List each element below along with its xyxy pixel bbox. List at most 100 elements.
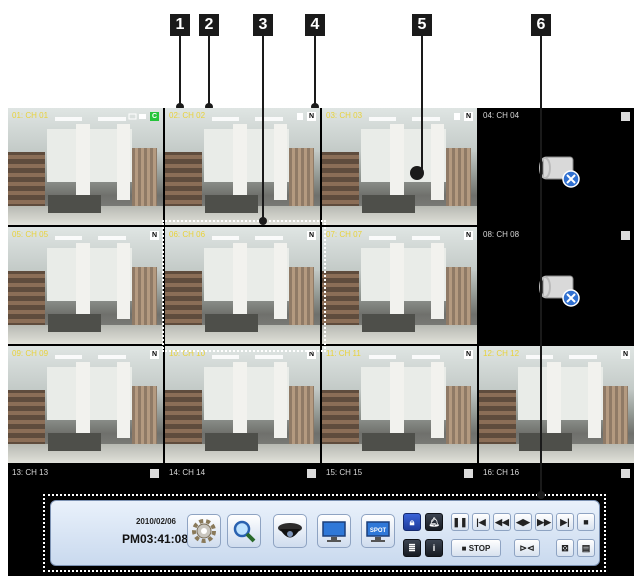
camera-feed <box>322 108 477 225</box>
motion-mini-icon <box>128 113 137 120</box>
search-button[interactable] <box>227 514 261 548</box>
camera-feed <box>8 227 163 344</box>
camera-feed <box>322 227 477 344</box>
audio-mini-icon <box>454 113 460 120</box>
display-button[interactable] <box>317 514 351 548</box>
search-icon <box>233 520 256 543</box>
spot-button[interactable]: SPOT <box>361 514 395 548</box>
audio-mini-icon <box>297 113 303 120</box>
pip-button[interactable]: ⊠ <box>556 539 574 557</box>
pause-button[interactable]: ❚❚ <box>451 513 469 531</box>
callout-1: 1 <box>170 14 190 36</box>
skip-back-button[interactable]: |◀ <box>472 513 490 531</box>
channel-tile[interactable]: 09: CH 09 N <box>8 346 163 463</box>
channel-tile[interactable]: 02: CH 02 N <box>165 108 320 225</box>
channel-tile[interactable]: 05: CH 05 N <box>8 227 163 344</box>
fast-forward-button[interactable]: ▶▶ <box>535 513 553 531</box>
no-signal-camera-icon <box>538 275 580 307</box>
channel-label: 09: CH 09 <box>12 349 49 358</box>
leader-line-4 <box>314 36 316 106</box>
log-button[interactable]: ≣ <box>403 539 421 557</box>
bell-icon: 🔔︎ <box>428 516 440 527</box>
channel-label: 06: CH 06 <box>169 230 206 239</box>
callout-5-marker <box>410 166 424 180</box>
channel-label: 14: CH 14 <box>169 468 206 477</box>
channel-label: 01: CH 01 <box>12 111 49 120</box>
skip-back-icon: |◀ <box>476 516 486 527</box>
leader-line-1 <box>179 36 181 106</box>
channel-tile[interactable]: 03: CH 03 N <box>322 108 477 225</box>
skip-forward-icon: ▶| <box>560 516 570 527</box>
control-toolbar: 2010/02/06 PM03:41:08 SPOT 🔒︎ 🔔︎ ≣ i ❚❚ … <box>50 500 600 566</box>
lock-button[interactable]: 🔒︎ <box>403 513 421 531</box>
channel-tile[interactable]: 12: CH 12 N <box>479 346 634 463</box>
record-mode-flag: N <box>307 350 316 359</box>
callout-6: 6 <box>531 14 551 36</box>
status-square <box>621 231 630 240</box>
channel-label: 13: CH 13 <box>12 468 49 477</box>
channel-label: 08: CH 08 <box>483 230 520 239</box>
record-mode-flag: N <box>464 350 473 359</box>
status-square <box>150 469 159 478</box>
channel-tile[interactable]: 08: CH 08 <box>479 227 634 344</box>
callout-2: 2 <box>199 14 219 36</box>
channel-tile[interactable]: 07: CH 07 N <box>322 227 477 344</box>
record-mode-flag: N <box>464 112 473 121</box>
channel-label: 10: CH 10 <box>169 349 206 358</box>
gear-icon <box>192 519 216 543</box>
menu-button[interactable]: ▤ <box>577 539 595 557</box>
channel-label: 03: CH 03 <box>326 111 363 120</box>
callout-4: 4 <box>305 14 325 36</box>
dome-camera-icon <box>278 523 302 538</box>
camera-feed <box>165 227 320 344</box>
ptz-button[interactable] <box>273 514 307 548</box>
channel-tile[interactable]: 11: CH 11 N <box>322 346 477 463</box>
stop-square-icon: ■ <box>583 517 589 527</box>
stop-button[interactable]: ■ STOP <box>451 539 501 557</box>
leader-dot-3 <box>259 217 267 225</box>
list-icon: ≣ <box>408 542 416 553</box>
record-mode-flag: N <box>307 112 316 121</box>
channel-label: 16: CH 16 <box>483 468 520 477</box>
setup-button[interactable] <box>187 514 221 548</box>
status-square <box>621 469 630 478</box>
record-mode-flag: N <box>150 350 159 359</box>
skip-forward-button[interactable]: ▶| <box>556 513 574 531</box>
rewind-button[interactable]: ◀◀ <box>493 513 511 531</box>
rewind-icon: ◀◀ <box>495 516 509 527</box>
pip-icon: ⊠ <box>561 542 569 553</box>
camera-feed <box>8 346 163 463</box>
info-icon: i <box>432 543 436 553</box>
leader-line-6 <box>540 36 542 494</box>
zoom-icon: ⊳⊲ <box>519 542 535 553</box>
camera-feed <box>165 108 320 225</box>
zoom-button[interactable]: ⊳⊲ <box>514 539 540 557</box>
camera-feed <box>322 346 477 463</box>
channel-tile[interactable]: 06: CH 06 N <box>165 227 320 344</box>
channel-label: 04: CH 04 <box>483 111 520 120</box>
menu-icon: ▤ <box>581 542 591 553</box>
channel-label: 11: CH 11 <box>326 349 361 358</box>
alarm-button[interactable]: 🔔︎ <box>425 513 443 531</box>
channel-tile[interactable]: 01: CH 01 C <box>8 108 163 225</box>
pause-icon: ❚❚ <box>452 516 468 527</box>
spot-monitor-icon: SPOT <box>366 521 390 542</box>
camera-feed <box>165 346 320 463</box>
record-mode-flag: C <box>150 112 159 121</box>
info-button[interactable]: i <box>425 539 443 557</box>
leader-line-3 <box>262 36 264 220</box>
lock-icon: 🔒︎ <box>409 516 415 527</box>
spot-label: SPOT <box>370 528 387 534</box>
callout-5: 5 <box>412 14 432 36</box>
leader-dot-6 <box>537 491 545 499</box>
frame-step-icon: ◀▶ <box>516 516 530 527</box>
record-mode-flag: N <box>621 350 630 359</box>
frame-step-button[interactable]: ◀▶ <box>514 513 532 531</box>
monitor-icon <box>322 521 346 542</box>
channel-tile[interactable]: 04: CH 04 <box>479 108 634 225</box>
channel-tile[interactable]: 10: CH 10 N <box>165 346 320 463</box>
channel-label: 15: CH 15 <box>326 468 363 477</box>
stop-square-button[interactable]: ■ <box>577 513 595 531</box>
no-signal-camera-icon <box>538 156 580 188</box>
status-square <box>464 469 473 478</box>
